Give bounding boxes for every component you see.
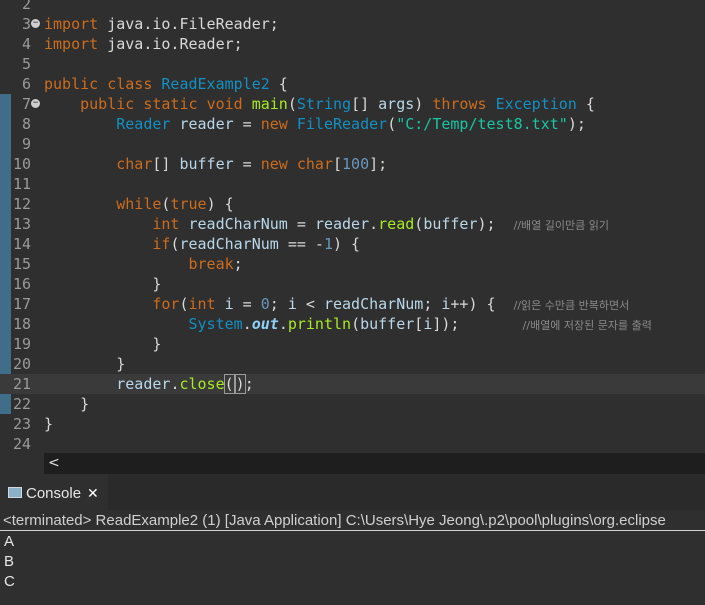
code-text[interactable]: } xyxy=(44,414,53,434)
code-text[interactable]: import java.io.FileReader; xyxy=(44,14,279,34)
code-text[interactable]: System.out.println(buffer[i]); //배열에 저장된… xyxy=(44,314,652,336)
tab-console[interactable]: Console ✕ xyxy=(0,474,108,510)
code-line[interactable]: 20 } xyxy=(0,354,705,374)
code-line[interactable]: 22 } xyxy=(0,394,705,414)
line-number: 9 xyxy=(21,135,31,153)
line-number: 21 xyxy=(12,375,31,393)
code-line[interactable]: 23} xyxy=(0,414,705,434)
code-text[interactable]: char[] buffer = new char[100]; xyxy=(44,154,387,174)
code-line[interactable]: 8 Reader reader = new FileReader("C:/Tem… xyxy=(0,114,705,134)
code-line[interactable]: 11 xyxy=(0,174,705,194)
line-number: 16 xyxy=(12,275,31,293)
code-line[interactable]: 17 for(int i = 0; i < readCharNum; i++) … xyxy=(0,294,705,314)
console-output-line: A xyxy=(4,533,15,550)
line-number: 23 xyxy=(12,415,31,433)
code-text[interactable]: import java.io.Reader; xyxy=(44,34,243,54)
line-number: 4 xyxy=(21,35,31,53)
code-text[interactable]: public class ReadExample2 { xyxy=(44,74,288,94)
line-number: 2 xyxy=(21,0,31,13)
code-line[interactable]: 24 xyxy=(0,434,705,453)
line-number: 7 xyxy=(21,95,31,113)
code-text[interactable]: for(int i = 0; i < readCharNum; i++) { /… xyxy=(44,294,629,316)
code-text[interactable]: } xyxy=(44,354,125,374)
code-text[interactable]: break; xyxy=(44,254,243,274)
line-number: 10 xyxy=(12,155,31,173)
code-line[interactable]: 19 } xyxy=(0,334,705,354)
code-text[interactable]: } xyxy=(44,394,89,414)
line-number: 22 xyxy=(12,395,31,413)
horizontal-scrollbar[interactable]: < xyxy=(44,453,705,474)
code-text[interactable]: while(true) { xyxy=(44,194,233,214)
fold-toggle-icon[interactable]: − xyxy=(31,99,40,108)
code-line[interactable]: 7− public static void main(String[] args… xyxy=(0,94,705,114)
code-text[interactable]: public static void main(String[] args) t… xyxy=(44,94,595,114)
code-line[interactable]: 9 xyxy=(0,134,705,154)
line-number: 15 xyxy=(12,255,31,273)
line-number: 20 xyxy=(12,355,31,373)
code-line[interactable]: 4 import java.io.Reader; xyxy=(0,34,705,54)
console-icon xyxy=(8,487,22,498)
code-line[interactable]: 21 reader.close(); xyxy=(0,374,705,394)
console-output-line: B xyxy=(4,553,15,570)
code-text[interactable]: } xyxy=(44,334,161,354)
code-line[interactable]: 13 int readCharNum = reader.read(buffer)… xyxy=(0,214,705,234)
line-number: 19 xyxy=(12,335,31,353)
line-number: 18 xyxy=(12,315,31,333)
code-text[interactable]: Reader reader = new FileReader("C:/Temp/… xyxy=(44,114,586,134)
console-status: <terminated> ReadExample2 (1) [Java Appl… xyxy=(0,510,705,531)
line-number: 3 xyxy=(21,15,31,33)
close-icon[interactable]: ✕ xyxy=(87,474,99,514)
line-number: 5 xyxy=(21,55,31,73)
code-line[interactable]: 5 xyxy=(0,54,705,74)
console-output-line: C xyxy=(4,573,15,590)
code-editor[interactable]: 2 3− import java.io.FileReader; 4 import jav… xyxy=(0,0,705,453)
fold-toggle-icon[interactable]: − xyxy=(31,19,40,28)
code-line[interactable]: 15 break; xyxy=(0,254,705,274)
line-number: 11 xyxy=(12,175,31,193)
console-tabbar: Console ✕ xyxy=(0,474,705,510)
console-output[interactable]: ABC xyxy=(0,532,705,605)
gutter-bottom xyxy=(0,453,44,474)
line-number: 17 xyxy=(12,295,31,313)
line-number: 6 xyxy=(21,75,31,93)
code-line[interactable]: 2 xyxy=(0,0,705,14)
code-line[interactable]: 10 char[] buffer = new char[100]; xyxy=(0,154,705,174)
code-text[interactable]: int readCharNum = reader.read(buffer); /… xyxy=(44,214,609,236)
line-number: 13 xyxy=(12,215,31,233)
line-number: 24 xyxy=(12,435,31,453)
line-number: 8 xyxy=(21,115,31,133)
line-number: 12 xyxy=(12,195,31,213)
code-text[interactable]: reader.close(); xyxy=(44,374,254,394)
code-line[interactable]: 16 } xyxy=(0,274,705,294)
code-line[interactable]: 18 System.out.println(buffer[i]); //배열에 … xyxy=(0,314,705,334)
code-line[interactable]: 6 public class ReadExample2 { xyxy=(0,74,705,94)
code-text[interactable]: } xyxy=(44,274,161,294)
code-line[interactable]: 3− import java.io.FileReader; xyxy=(0,14,705,34)
code-line[interactable]: 12 while(true) { xyxy=(0,194,705,214)
tab-console-label: Console xyxy=(26,485,82,502)
code-line[interactable]: 14 if(readCharNum == -1) { xyxy=(0,234,705,254)
line-number: 14 xyxy=(12,235,31,253)
scroll-left-icon[interactable]: < xyxy=(48,453,60,474)
code-text[interactable]: if(readCharNum == -1) { xyxy=(44,234,360,254)
